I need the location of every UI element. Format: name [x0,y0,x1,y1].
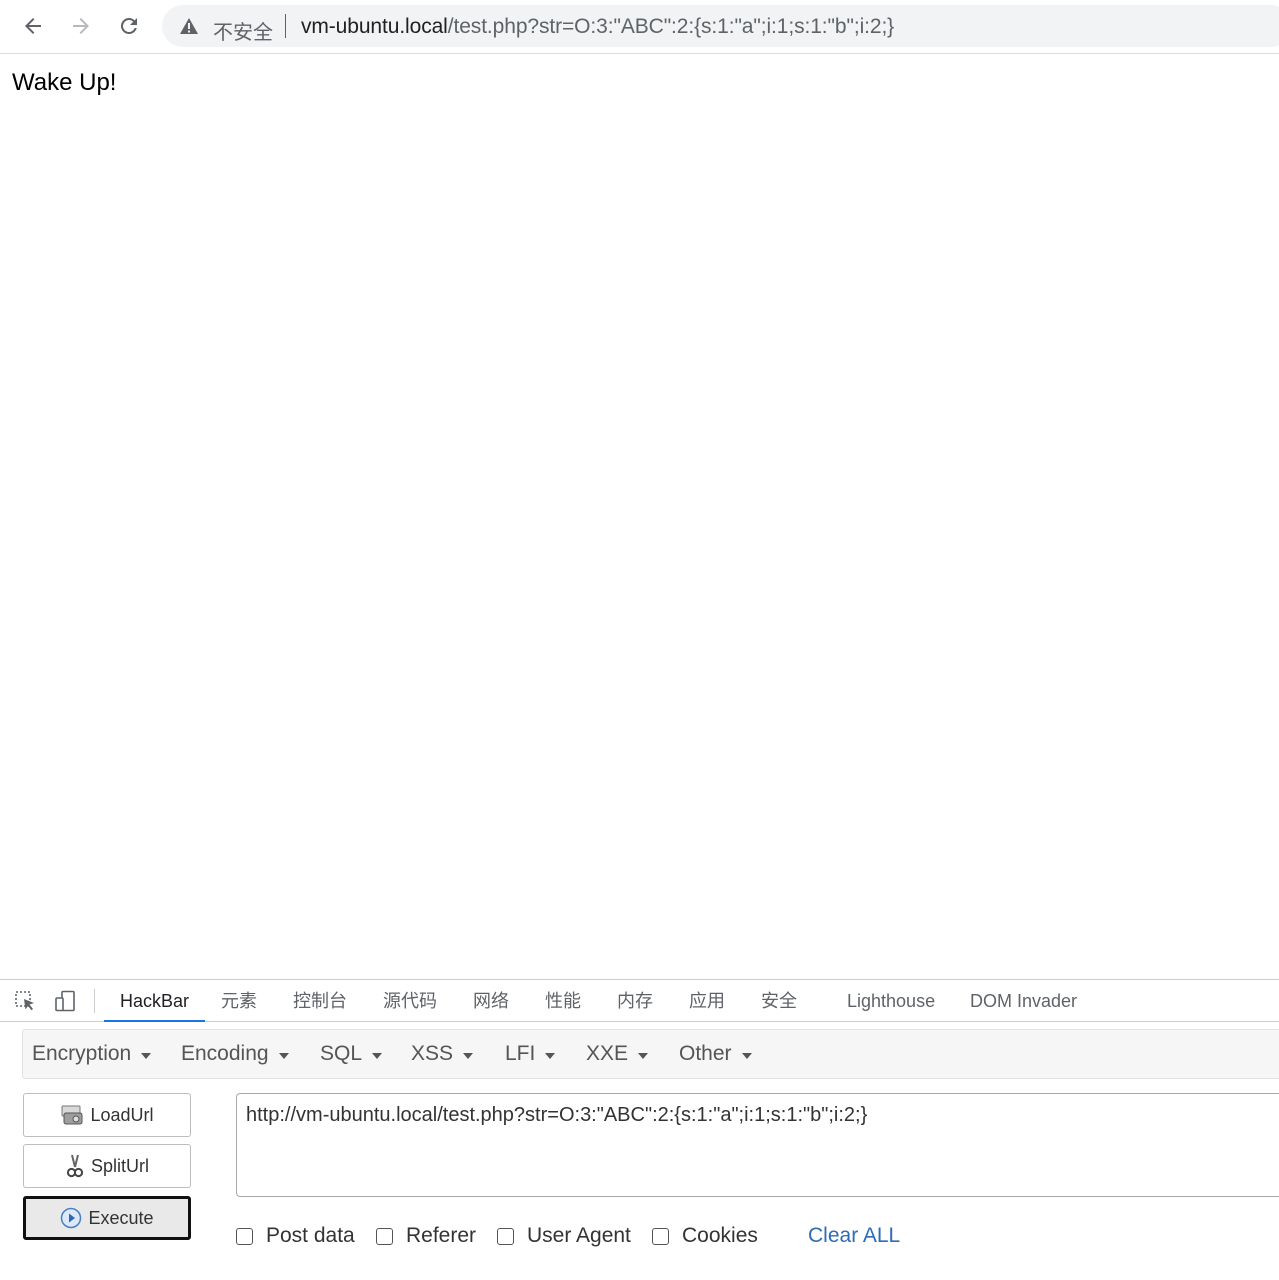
cookies-checkbox[interactable]: Cookies [652,1224,758,1248]
tabbar-divider [94,989,95,1013]
tab-security[interactable]: 安全 [761,980,797,1022]
reload-button[interactable] [113,10,145,42]
checkbox-box[interactable] [376,1227,393,1245]
cookies-label: Cookies [682,1224,758,1247]
tab-hackbar[interactable]: HackBar [104,980,205,1022]
caret-down-icon [463,1052,474,1059]
menu-lfi[interactable]: LFI [505,1042,556,1066]
menu-lfi-label: LFI [505,1042,536,1065]
scissors-icon [65,1153,85,1179]
user-agent-checkbox[interactable]: User Agent [497,1224,631,1248]
split-url-button[interactable]: SplitUrl [23,1144,191,1188]
browser-toolbar: 不安全 vm-ubuntu.local/test.php?str=O:3:"AB… [0,0,1279,54]
url-host: vm-ubuntu.local [301,15,448,38]
tab-lighthouse[interactable]: Lighthouse [847,980,935,1022]
caret-down-icon [638,1052,649,1059]
devtools-tabbar: HackBar 元素 控制台 源代码 网络 性能 内存 应用 安全 Lighth… [0,980,1279,1022]
caret-down-icon [278,1052,289,1059]
caret-down-icon [545,1052,556,1059]
hackbar-menu: Encryption Encoding SQL XSS LFI XXE Othe… [22,1029,1279,1079]
user-agent-label: User Agent [527,1224,631,1247]
execute-label: Execute [88,1207,154,1228]
referer-label: Referer [406,1224,477,1247]
reload-icon [120,17,137,34]
play-icon [60,1207,82,1229]
checkbox-box[interactable] [497,1227,514,1245]
url-text[interactable]: vm-ubuntu.local/test.php?str=O:3:"ABC":2… [301,15,894,39]
forward-button[interactable] [65,10,97,42]
menu-xxe-label: XXE [586,1042,629,1065]
tab-network[interactable]: 网络 [473,980,509,1022]
menu-other[interactable]: Other [679,1042,752,1066]
back-button[interactable] [17,10,49,42]
security-status[interactable]: 不安全 [213,16,273,45]
menu-encoding[interactable]: Encoding [181,1042,289,1066]
checkbox-box[interactable] [236,1227,253,1245]
menu-xss[interactable]: XSS [411,1042,474,1066]
tab-application[interactable]: 应用 [689,980,725,1022]
url-textarea[interactable]: http://vm-ubuntu.local/test.php?str=O:3:… [236,1093,1279,1197]
address-divider [285,14,286,38]
address-bar[interactable]: 不安全 vm-ubuntu.local/test.php?str=O:3:"AB… [162,5,1279,47]
menu-xxe[interactable]: XXE [586,1042,649,1066]
menu-sql-label: SQL [320,1042,363,1065]
url-path: /test.php?str=O:3:"ABC":2:{s:1:"a";i:1;s… [447,15,895,38]
devtools-panel: HackBar 元素 控制台 源代码 网络 性能 内存 应用 安全 Lighth… [0,979,1279,1280]
split-url-label: SplitUrl [90,1155,149,1176]
menu-xss-label: XSS [411,1042,454,1065]
menu-sql[interactable]: SQL [320,1042,383,1066]
page-body-text: Wake Up! [12,69,117,96]
caret-down-icon [141,1052,152,1059]
checkbox-box[interactable] [652,1227,669,1245]
menu-encryption-label: Encryption [32,1042,132,1065]
execute-button[interactable]: Execute [23,1196,191,1240]
referer-checkbox[interactable]: Referer [376,1224,476,1248]
load-url-icon [60,1104,84,1126]
load-url-button[interactable]: LoadUrl [23,1093,191,1137]
clear-all-link[interactable]: Clear ALL [808,1224,900,1248]
caret-down-icon [372,1052,383,1059]
tab-memory[interactable]: 内存 [617,980,653,1022]
inspect-element-icon[interactable] [13,989,37,1013]
tab-performance[interactable]: 性能 [545,980,581,1022]
post-data-label: Post data [266,1224,355,1247]
tab-dom-invader[interactable]: DOM Invader [970,980,1077,1022]
device-toggle-icon[interactable] [53,989,77,1013]
arrow-left-icon [25,18,41,34]
warning-icon [180,18,198,34]
tab-console[interactable]: 控制台 [293,980,347,1022]
arrow-right-icon [73,18,89,34]
load-url-label: LoadUrl [90,1104,154,1125]
menu-encoding-label: Encoding [181,1042,269,1065]
menu-other-label: Other [679,1042,732,1065]
tab-sources[interactable]: 源代码 [383,980,437,1022]
menu-encryption[interactable]: Encryption [32,1042,152,1066]
tab-elements[interactable]: 元素 [221,980,257,1022]
post-data-checkbox[interactable]: Post data [236,1224,355,1248]
caret-down-icon [741,1052,752,1059]
